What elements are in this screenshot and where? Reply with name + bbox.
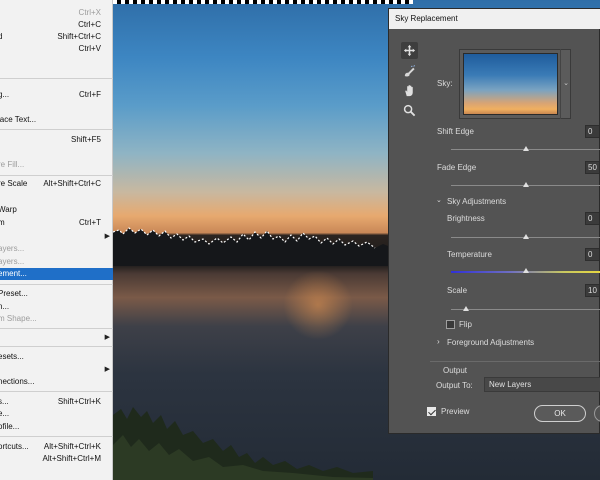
brightness-value[interactable]: 0	[585, 212, 599, 225]
menu-item-remote-connections[interactable]: nections...	[0, 376, 113, 388]
temperature-label: Temperature	[447, 250, 492, 259]
menu-item-transform[interactable]: ▶	[0, 231, 113, 243]
brightness-label: Brightness	[447, 214, 485, 223]
submenu-arrow-icon: ▶	[104, 233, 110, 240]
menu-separator	[0, 436, 113, 437]
menu-item-sky-replacement[interactable]: ement...	[0, 268, 113, 280]
shift-edge-slider-thumb[interactable]	[523, 146, 529, 151]
menu-item-content-aware-scale[interactable]: re Scale Alt+Shift+Ctrl+C	[0, 178, 113, 190]
menu-item-auto-blend-layers[interactable]: ayers...	[0, 256, 113, 268]
menu-separator	[0, 391, 113, 392]
menu-item-convert-to-profile[interactable]: ofile...	[0, 421, 113, 433]
menu-item-copy[interactable]: Ctrl+C	[0, 19, 113, 31]
menu-item-purge[interactable]: ▶	[0, 332, 113, 344]
sky-adjustments-header[interactable]: Sky Adjustments	[447, 197, 506, 206]
submenu-arrow-icon: ▶	[104, 334, 110, 341]
menu-item-define-custom-shape[interactable]: m Shape...	[0, 313, 113, 325]
foreground-adjustments-chevron-icon[interactable]: ›	[437, 337, 440, 346]
temperature-value[interactable]: 0	[585, 248, 599, 261]
foreground-adjustments-header[interactable]: Foreground Adjustments	[447, 338, 534, 347]
menu-separator	[0, 78, 113, 79]
scale-label: Scale	[447, 286, 468, 295]
menu-item-cut[interactable]: Ctrl+X	[0, 7, 113, 19]
menu-separator	[0, 346, 113, 347]
menu-separator	[0, 328, 113, 329]
menu-separator	[0, 175, 113, 176]
scale-slider[interactable]	[451, 309, 600, 310]
sky-replacement-dialog: Sky Replacement Sky: ⌄ Shift Edge 0 Fade…	[388, 8, 600, 434]
menu-separator	[0, 284, 113, 285]
menu-item-paste[interactable]: Ctrl+V	[0, 43, 113, 55]
sun-reflection	[283, 270, 353, 340]
output-to-select[interactable]: New Layers	[484, 377, 600, 392]
zoom-icon[interactable]	[401, 102, 418, 119]
selection-marquee	[113, 0, 413, 4]
sky-label: Sky:	[437, 79, 453, 88]
scale-value[interactable]: 10	[585, 284, 599, 297]
menu-item-content-aware-fill[interactable]: re Fill...	[0, 159, 113, 171]
brightness-slider-thumb[interactable]	[523, 234, 529, 239]
move-icon[interactable]	[401, 42, 418, 59]
menu-item-search[interactable]: g... Ctrl+F	[0, 89, 113, 101]
menu-item-fill[interactable]: Shift+F5	[0, 134, 113, 146]
sky-adjustments-chevron-icon[interactable]: ⌄	[436, 196, 442, 204]
sky-preset-thumbnail[interactable]	[463, 53, 558, 115]
ok-button[interactable]: OK	[534, 405, 586, 422]
scale-slider-thumb[interactable]	[463, 306, 469, 311]
preview-checkbox[interactable]	[427, 407, 436, 416]
shift-edge-label: Shift Edge	[437, 127, 474, 136]
chevron-down-icon[interactable]: ⌄	[560, 49, 571, 119]
dialog-title[interactable]: Sky Replacement	[389, 9, 600, 29]
menu-item-free-transform[interactable]: m Ctrl+T	[0, 217, 113, 229]
submenu-arrow-icon: ▶	[104, 366, 110, 373]
menu-item-presets[interactable]: ▶	[0, 364, 113, 376]
sky-brush-icon[interactable]	[401, 63, 418, 80]
fade-edge-value[interactable]: 50	[585, 161, 599, 174]
menu-item-puppet-warp[interactable]: Warp	[0, 204, 113, 216]
menu-item-define-pattern[interactable]: n...	[0, 301, 113, 313]
foreground-foliage	[113, 407, 373, 480]
menu-item-adobe-pdf-presets[interactable]: esets...	[0, 351, 113, 363]
flip-checkbox[interactable]	[446, 320, 455, 329]
output-section-label: Output	[443, 366, 468, 375]
menu-item-menus[interactable]: Alt+Shift+Ctrl+M	[0, 453, 113, 465]
temperature-slider-thumb[interactable]	[523, 268, 529, 273]
hand-icon[interactable]	[401, 82, 418, 99]
menu-item-color-settings[interactable]: s... Shift+Ctrl+K	[0, 396, 113, 408]
menu-item-keyboard-shortcuts[interactable]: ortcuts... Alt+Shift+Ctrl+K	[0, 441, 113, 453]
preview-label: Preview	[441, 407, 470, 416]
shift-edge-value[interactable]: 0	[585, 125, 599, 138]
menu-item-copy-merged[interactable]: d Shift+Ctrl+C	[0, 31, 113, 43]
menu-item-define-brush-preset[interactable]: Preset...	[0, 288, 113, 300]
cancel-button[interactable]	[594, 405, 600, 422]
edit-menu: Ctrl+X Ctrl+C d Shift+Ctrl+C Ctrl+V g... C…	[0, 0, 113, 480]
fade-edge-label: Fade Edge	[437, 163, 477, 172]
output-to-label: Output To:	[436, 381, 473, 390]
output-divider	[430, 361, 600, 362]
flip-label: Flip	[459, 320, 472, 329]
menu-item-assign-profile[interactable]: e...	[0, 408, 113, 420]
menu-item-auto-align-layers[interactable]: ayers...	[0, 243, 113, 255]
fade-edge-slider-thumb[interactable]	[523, 182, 529, 187]
menu-separator	[0, 129, 113, 130]
menu-item-find-replace-text[interactable]: lace Text...	[0, 114, 113, 126]
